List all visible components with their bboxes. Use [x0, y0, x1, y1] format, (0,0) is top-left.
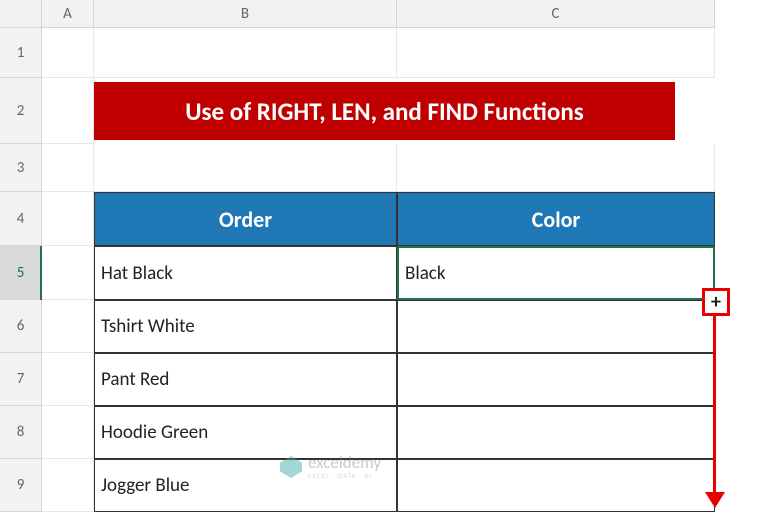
cell-C9[interactable] [397, 459, 715, 512]
col-header-C[interactable]: C [397, 0, 715, 28]
cell-C3[interactable] [397, 144, 715, 192]
row-header-1[interactable]: 1 [0, 28, 42, 78]
watermark-name: exceldemy [308, 454, 381, 471]
cell-C1[interactable] [397, 28, 715, 78]
row-header-2[interactable]: 2 [0, 78, 42, 144]
row-header-9[interactable]: 9 [0, 459, 42, 512]
cell-C8[interactable] [397, 406, 715, 459]
row-header-7[interactable]: 7 [0, 353, 42, 406]
cell-A5[interactable] [42, 246, 94, 300]
cell-B1[interactable] [94, 28, 397, 78]
cell-A7[interactable] [42, 353, 94, 406]
drag-arrow-head-icon [705, 492, 725, 508]
cell-A4[interactable] [42, 192, 94, 246]
col-header-A[interactable]: A [42, 0, 94, 28]
row-header-6[interactable]: 6 [0, 300, 42, 353]
cell-B5[interactable]: Hat Black [94, 246, 397, 300]
row-header-5[interactable]: 5 [0, 246, 42, 300]
cell-A2[interactable] [42, 78, 94, 144]
cell-B3[interactable] [94, 144, 397, 192]
watermark: exceldemy EXCEL · DATA · BI [280, 454, 381, 480]
col-header-B[interactable]: B [94, 0, 397, 28]
cell-A6[interactable] [42, 300, 94, 353]
grid-corner[interactable] [0, 0, 42, 28]
row-header-4[interactable]: 4 [0, 192, 42, 246]
cell-B7[interactable]: Pant Red [94, 353, 397, 406]
cell-B6[interactable]: Tshirt White [94, 300, 397, 353]
cell-C6[interactable] [397, 300, 715, 353]
spreadsheet-grid: A B C 1 2 Use of RIGHT, LEN, and FIND Fu… [0, 0, 768, 512]
cell-A1[interactable] [42, 28, 94, 78]
fill-handle-icon[interactable]: + [702, 288, 730, 316]
cell-C5-selected[interactable]: Black [397, 246, 715, 300]
watermark-logo-icon [280, 456, 302, 478]
watermark-tagline: EXCEL · DATA · BI [308, 471, 381, 480]
title-banner: Use of RIGHT, LEN, and FIND Functions [94, 82, 675, 140]
cell-C7[interactable] [397, 353, 715, 406]
row-header-3[interactable]: 3 [0, 144, 42, 192]
cell-A8[interactable] [42, 406, 94, 459]
cell-A3[interactable] [42, 144, 94, 192]
header-color: Color [397, 192, 715, 246]
header-order: Order [94, 192, 397, 246]
row-header-8[interactable]: 8 [0, 406, 42, 459]
cell-A9[interactable] [42, 459, 94, 512]
drag-arrow-line [713, 316, 716, 496]
